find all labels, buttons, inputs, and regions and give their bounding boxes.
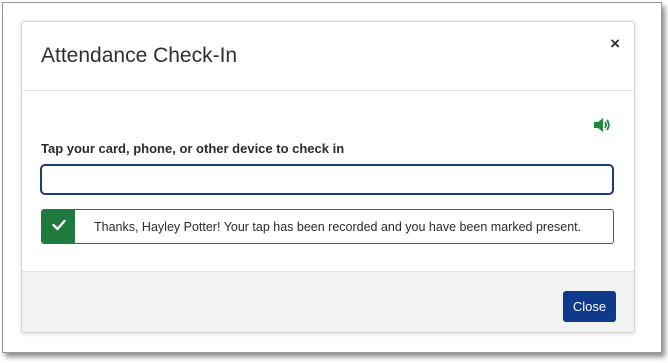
checkmark-icon (51, 218, 66, 236)
alert-icon-box (42, 210, 75, 243)
volume-icon[interactable] (593, 117, 611, 133)
dialog-header: Attendance Check-In × (22, 22, 634, 91)
success-alert: Thanks, Hayley Potter! Your tap has been… (41, 209, 614, 244)
success-message: Thanks, Hayley Potter! Your tap has been… (94, 220, 582, 234)
dialog-title: Attendance Check-In (41, 44, 238, 67)
attendance-dialog: Attendance Check-In × Tap your card, pho… (21, 21, 635, 333)
close-button[interactable]: Close (563, 291, 616, 322)
close-icon[interactable]: × (610, 34, 620, 54)
check-in-field-label: Tap your card, phone, or other device to… (41, 141, 345, 156)
check-in-input[interactable] (41, 165, 613, 194)
dialog-footer: Close (22, 271, 634, 332)
screenshot-frame: Attendance Check-In × Tap your card, pho… (2, 2, 662, 353)
